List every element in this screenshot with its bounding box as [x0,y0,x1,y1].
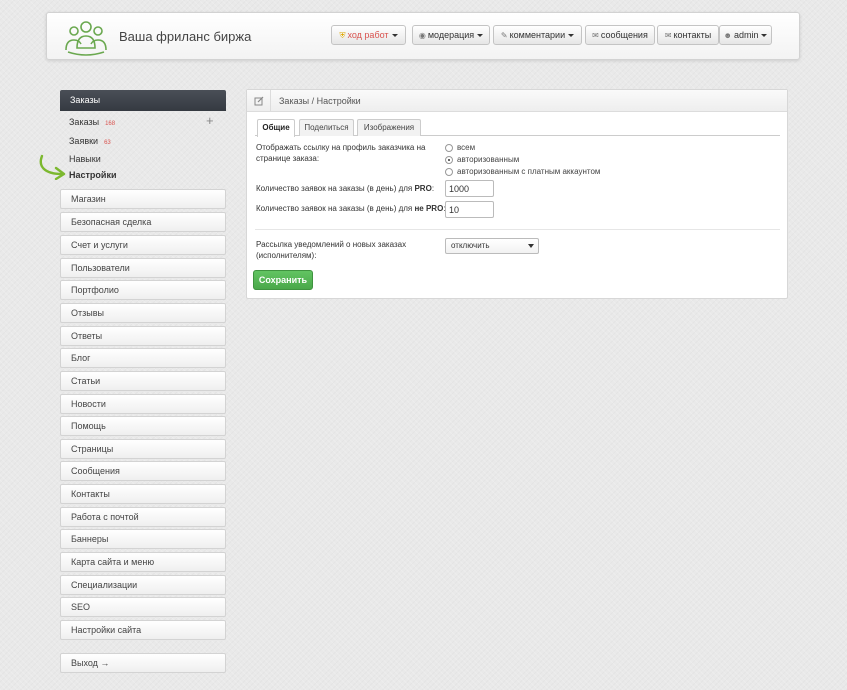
count-badge: 168 [105,121,116,127]
tab-share[interactable]: Поделиться [299,119,354,136]
envelope-icon: ✉ [592,31,599,40]
profile-link-label: Отображать ссылку на профиль заказчика н… [256,143,426,163]
eye-icon: ◉ [418,31,426,40]
radio-icon[interactable] [445,143,453,152]
notify-select[interactable]: отключить [445,238,539,254]
sidebar-item-portfolio[interactable]: Портфолио [60,280,226,300]
panel-header: Заказы / Настройки [247,90,787,112]
settings-tabs: Общие Поделиться Изображения [255,119,780,137]
divider [255,229,780,230]
sidebar-item-articles[interactable]: Статьи [60,371,226,391]
edit-icon [247,90,271,111]
sidebar-item-specializations[interactable]: Специализации [60,575,226,595]
sidebar-item-users[interactable]: Пользователи [60,258,226,278]
save-button[interactable]: Сохранить [253,270,313,290]
count-badge: 63 [104,140,111,146]
sidebar-item-contacts[interactable]: Контакты [60,484,226,504]
shield-icon: ⛨ [339,31,346,40]
sidebar-item-mail[interactable]: Работа с почтой [60,507,226,527]
radio-checked-icon[interactable] [445,155,453,164]
sidebar-item-pages[interactable]: Страницы [60,439,226,459]
caret-down-icon [477,34,484,38]
nav-messages-button[interactable]: ✉ сообщения [585,25,655,45]
nav-admin-button[interactable]: ☻ admin [719,25,772,45]
sidebar-section-orders[interactable]: Заказы [60,90,226,111]
caret-down-icon [568,34,575,38]
logout-button[interactable]: Выход → [60,653,226,673]
sidebar-item-reviews[interactable]: Отзывы [60,303,226,323]
sidebar-item-answers[interactable]: Ответы [60,326,226,346]
breadcrumb: Заказы / Настройки [279,96,361,106]
sidebar-item-seo[interactable]: SEO [60,597,226,617]
sidebar-subitem-requests[interactable]: Заявки 63 [69,135,111,147]
tab-general[interactable]: Общие [257,119,295,137]
sidebar-item-banners[interactable]: Баннеры [60,529,226,549]
logo-icon[interactable] [63,18,109,56]
site-header: Ваша фриланс биржа ⛨ ход работ ◉ модерация… [46,12,800,60]
radio-profile-authorized[interactable]: авторизованным [445,154,519,166]
caret-down-icon [391,34,398,38]
sidebar-item-news[interactable]: Новости [60,394,226,414]
nonpro-limit-label: Количество заявок на заказы (в день) для… [256,204,446,213]
sidebar-item-site-settings[interactable]: Настройки сайта [60,620,226,640]
add-order-icon[interactable]: + [206,114,214,127]
caret-down-icon [761,34,768,38]
pencil-icon: ✎ [500,31,508,40]
nav-progress-button[interactable]: ⛨ ход работ [331,25,406,45]
sidebar-item-shop[interactable]: Магазин [60,189,226,209]
user-icon: ☻ [723,31,732,40]
sidebar-item-safe-deal[interactable]: Безопасная сделка [60,212,226,232]
nav-comments-button[interactable]: ✎ комментарии [493,25,582,45]
sidebar-item-blog[interactable]: Блог [60,348,226,368]
sidebar-subitem-settings[interactable]: Настройки [69,169,116,181]
radio-profile-paid[interactable]: авторизованным с платным аккаунтом [445,166,600,178]
nonpro-limit-input[interactable] [445,201,494,218]
settings-panel: Заказы / Настройки Общие Поделиться Изоб… [246,89,788,299]
radio-icon[interactable] [445,167,453,176]
pro-limit-input[interactable] [445,180,494,197]
sidebar-item-messages[interactable]: Сообщения [60,461,226,481]
site-title[interactable]: Ваша фриланс биржа [119,29,251,44]
envelope-icon: ✉ [664,31,672,40]
nav-moderation-button[interactable]: ◉ модерация [412,25,490,45]
sidebar-item-billing[interactable]: Счет и услуги [60,235,226,255]
sidebar-subitem-skills[interactable]: Навыки [69,153,101,165]
tab-images[interactable]: Изображения [357,119,421,136]
caret-down-icon [528,244,534,248]
sidebar-item-help[interactable]: Помощь [60,416,226,436]
sidebar-item-sitemap[interactable]: Карта сайта и меню [60,552,226,572]
pointer-arrow-icon [39,154,66,180]
pro-limit-label: Количество заявок на заказы (в день) для… [256,184,435,193]
radio-profile-all[interactable]: всем [445,142,475,154]
nav-contacts-button[interactable]: ✉ контакты [657,25,719,45]
sidebar-subitem-orders[interactable]: Заказы 168 [69,116,115,128]
notify-label: Рассылка уведомлений о новых заказах (ис… [256,240,407,260]
